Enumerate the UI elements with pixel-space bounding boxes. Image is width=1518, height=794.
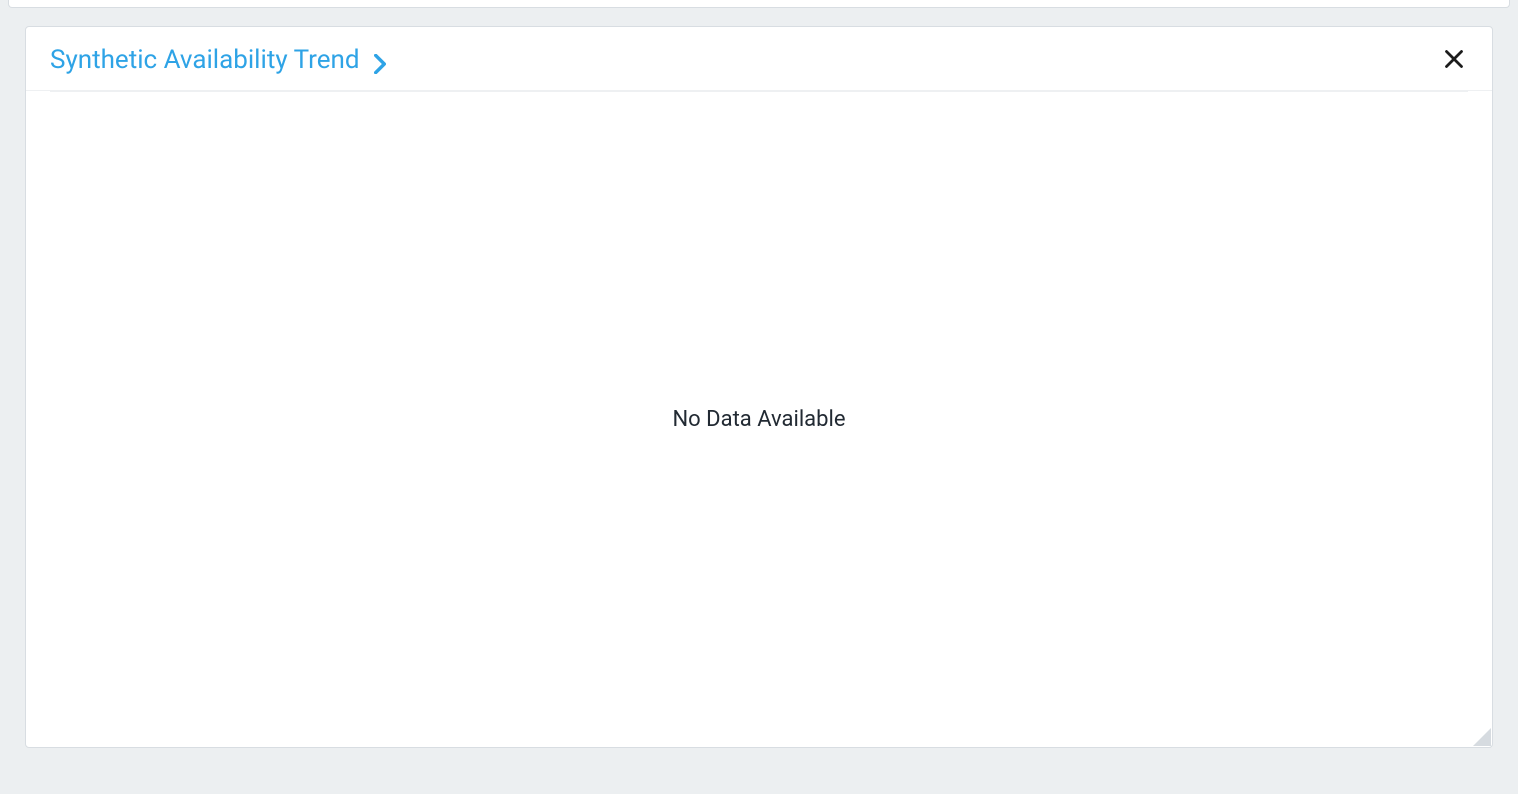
panel-title-text: Synthetic Availability Trend	[50, 45, 360, 76]
page-container: Synthetic Availability Trend No Data Av	[8, 0, 1510, 794]
close-icon	[1444, 49, 1464, 72]
no-data-message: No Data Available	[672, 407, 845, 432]
resize-handle[interactable]	[1473, 728, 1491, 746]
chevron-right-icon	[374, 51, 386, 71]
panel-header: Synthetic Availability Trend	[26, 27, 1492, 91]
panel-title-link[interactable]: Synthetic Availability Trend	[50, 45, 386, 76]
close-button[interactable]	[1440, 45, 1468, 76]
previous-panel-edge	[8, 0, 1510, 8]
synthetic-availability-trend-panel: Synthetic Availability Trend No Data Av	[25, 26, 1493, 748]
panel-body: No Data Available	[26, 92, 1492, 747]
